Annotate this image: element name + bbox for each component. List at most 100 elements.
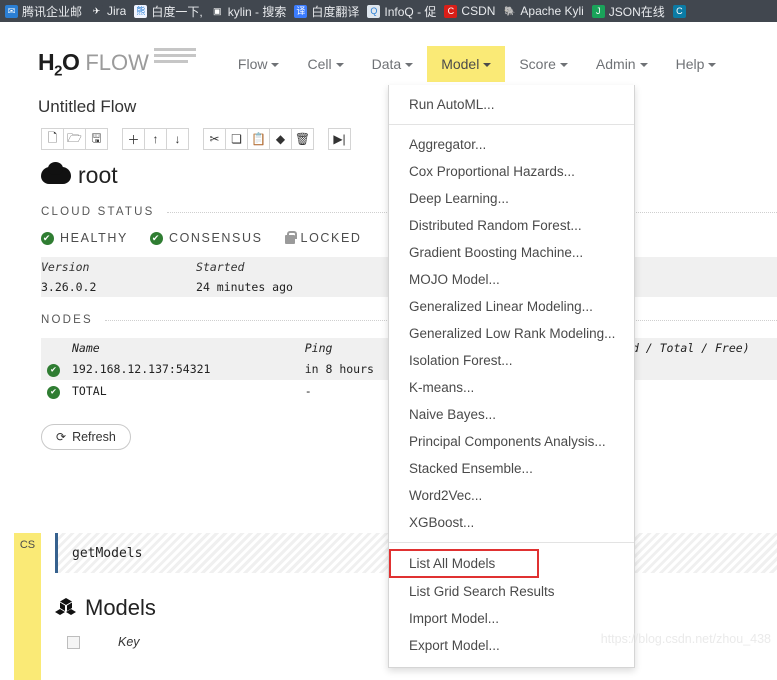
watermark: https://blog.csdn.net/zhou_438	[600, 632, 771, 646]
clear-cell-icon[interactable]: ◆	[269, 128, 292, 150]
bookmark-label: Jira	[107, 4, 127, 18]
insert-cell-icon[interactable]: ＋	[122, 128, 145, 150]
cut-cell-icon[interactable]: ✂	[203, 128, 226, 150]
paste-cell-icon[interactable]: 📋	[247, 128, 270, 150]
check-circle-icon: ✔	[149, 231, 163, 245]
toolbar-group: 🗋 🗁 🖫	[41, 128, 108, 150]
bookmark-item[interactable]: Q InfoQ - 促	[364, 0, 441, 22]
logo-bars-icon	[153, 47, 196, 66]
col-key: Key	[118, 635, 140, 649]
bookmark-item[interactable]: C	[670, 0, 695, 22]
bookmark-label: 白度翻译	[311, 4, 360, 19]
cell-type-badge: CS	[14, 533, 41, 557]
menu-score[interactable]: Score	[505, 46, 582, 82]
bookmark-item[interactable]: J JSON在线	[589, 0, 670, 22]
delete-cell-icon[interactable]: 🗑	[291, 128, 314, 150]
status-badge-label: HEALTHY	[60, 231, 128, 245]
menu-model[interactable]: Model	[427, 46, 506, 82]
kylin-icon: ▣	[210, 4, 224, 18]
bookmark-item[interactable]: 熊白度一下,	[131, 0, 207, 22]
open-notebook-icon[interactable]: 🗁	[63, 128, 86, 150]
menu-item-xgboost[interactable]: XGBoost...	[389, 509, 634, 536]
menu-item-k-means[interactable]: K-means...	[389, 374, 634, 401]
browser-bookmark-bar: ✉ 腾讯企业邮 ✈ Jira 熊白度一下, ▣ kylin - 搜索译白度翻译 Q InfoQ …	[0, 0, 777, 22]
logo-flow-text: FLOW	[85, 49, 149, 75]
menu-item-deep-learning[interactable]: Deep Learning...	[389, 185, 634, 212]
node-status-icon: ✔	[41, 380, 72, 402]
table-cell: 192.168.12.137:54321	[72, 358, 305, 380]
menu-item-generalized-low-rank-modeling[interactable]: Generalized Low Rank Modeling...	[389, 320, 634, 347]
bookmark-item[interactable]: 🐘 Apache Kyli	[500, 0, 588, 22]
col-version: Version	[41, 260, 90, 274]
bookmark-item[interactable]: ▣ kylin - 搜索	[208, 0, 292, 22]
csdn-icon: C	[444, 4, 458, 18]
status-badge-label: LOCKED	[300, 231, 362, 245]
table-cell: TOTAL	[72, 380, 305, 402]
bookmark-item[interactable]: ✉ 腾讯企业邮	[2, 0, 87, 22]
new-notebook-icon[interactable]: 🗋	[41, 128, 64, 150]
chevron-down-icon	[483, 63, 492, 68]
run-all-cells-icon[interactable]: ▶|	[328, 128, 351, 150]
menu-label: Flow	[237, 56, 268, 72]
menu-admin[interactable]: Admin	[582, 46, 662, 82]
bookmark-item[interactable]: C CSDN	[441, 0, 500, 22]
apache-kylin-icon: 🐘	[503, 4, 517, 18]
chevron-down-icon	[559, 63, 568, 68]
refresh-button[interactable]: ⟳ Refresh	[41, 424, 131, 450]
h2o-flow-logo: H2O FLOW	[38, 47, 196, 80]
menu-help[interactable]: Help	[662, 46, 731, 82]
refresh-icon: ⟳	[56, 430, 67, 444]
baidu-icon: 熊	[134, 4, 148, 18]
menu-label: Model	[441, 56, 480, 72]
cell-active-marker	[14, 557, 41, 680]
chevron-down-icon	[639, 63, 648, 68]
logo-text: H2O	[38, 48, 80, 80]
status-badge-label: CONSENSUS	[168, 231, 263, 245]
menu-item-aggregator[interactable]: Aggregator...	[389, 131, 634, 158]
menu-item-word2vec[interactable]: Word2Vec...	[389, 482, 634, 509]
menu-label: Score	[519, 56, 556, 72]
menu-item-generalized-linear-modeling[interactable]: Generalized Linear Modeling...	[389, 293, 634, 320]
menu-flow[interactable]: Flow	[224, 46, 294, 82]
menu-item-naive-bayes[interactable]: Naive Bayes...	[389, 401, 634, 428]
check-circle-icon: ✔	[41, 231, 54, 245]
menu-item-list-all-models[interactable]: List All Models	[389, 549, 539, 578]
copy-cell-icon[interactable]: ❏	[225, 128, 248, 150]
check-circle-icon: ✔	[47, 364, 60, 377]
menu-data[interactable]: Data	[358, 46, 428, 82]
bookmark-label: 腾讯企业邮	[22, 4, 83, 19]
chevron-down-icon	[335, 63, 344, 68]
check-circle-icon: ✔	[47, 386, 60, 399]
menu-item-isolation-forest[interactable]: Isolation Forest...	[389, 347, 634, 374]
bookmark-label: Apache Kyli	[520, 4, 584, 18]
baidu-translate-icon: 译	[294, 4, 308, 18]
menu-item-list-grid-search-results[interactable]: List Grid Search Results	[389, 578, 634, 605]
menu-item-principal-components-analysis[interactable]: Principal Components Analysis...	[389, 428, 634, 455]
bookmark-item[interactable]: ✈ Jira	[87, 0, 131, 22]
infoq-icon: Q	[367, 4, 381, 18]
jira-icon: ✈	[90, 4, 104, 18]
cloud-name: root	[78, 162, 118, 188]
move-cell-up-icon[interactable]: ↑	[144, 128, 167, 150]
menu-cell[interactable]: Cell	[293, 46, 357, 82]
status-badge: ✔ HEALTHY	[41, 231, 128, 245]
save-notebook-icon[interactable]: 🖫	[85, 128, 108, 150]
select-all-checkbox[interactable]	[67, 635, 80, 649]
menu-item-distributed-random-forest[interactable]: Distributed Random Forest...	[389, 212, 634, 239]
menu-item-export-model[interactable]: Export Model...	[389, 632, 634, 659]
chevron-down-icon	[271, 63, 280, 68]
notebook-toolbar: 🗋 🗁 🖫 ＋ ↑ ↓ ✂ ❏ 📋 ◆ 🗑 ▶|	[41, 128, 365, 150]
status-badge: LOCKED	[284, 230, 362, 245]
menu-item-gradient-boosting-machine[interactable]: Gradient Boosting Machine...	[389, 239, 634, 266]
menu-separator	[389, 542, 634, 543]
menu-item-run-automl[interactable]: Run AutoML...	[389, 91, 634, 118]
bookmark-item[interactable]: 译白度翻译	[291, 0, 364, 22]
cell-version: 3.26.0.2	[41, 280, 97, 294]
toolbar-group: ▶|	[328, 128, 351, 150]
move-cell-down-icon[interactable]: ↓	[166, 128, 189, 150]
csdn-blue-icon: C	[672, 4, 686, 18]
menu-item-mojo-model[interactable]: MOJO Model...	[389, 266, 634, 293]
menu-item-stacked-ensemble[interactable]: Stacked Ensemble...	[389, 455, 634, 482]
menu-item-cox-proportional-hazards[interactable]: Cox Proportional Hazards...	[389, 158, 634, 185]
menu-item-import-model[interactable]: Import Model...	[389, 605, 634, 632]
